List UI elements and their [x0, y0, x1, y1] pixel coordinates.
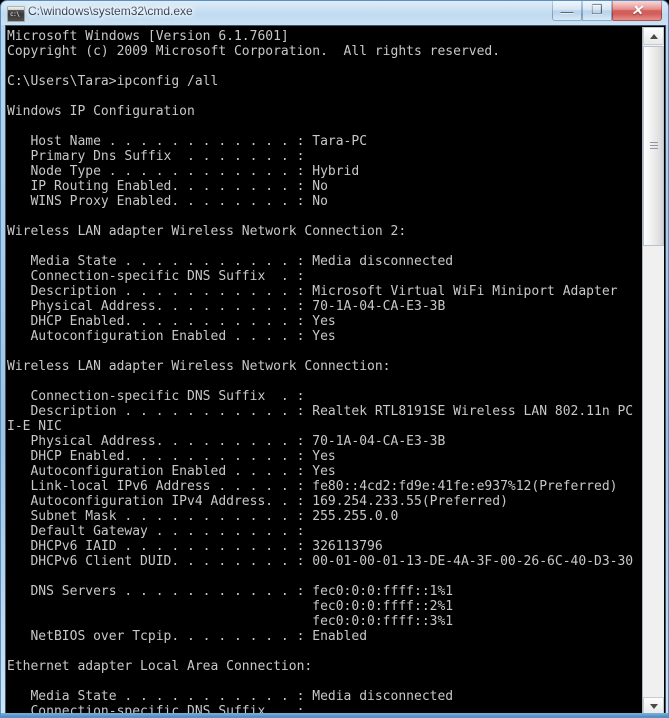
restore-button[interactable]: ❐ — [582, 1, 612, 21]
console-line: IP Routing Enabled. . . . . . . . : No — [7, 179, 328, 194]
console-line: Autoconfiguration Enabled . . . . : Yes — [7, 329, 336, 344]
console-line: Default Gateway . . . . . . . . . : — [7, 524, 305, 539]
console-line: Link-local IPv6 Address . . . . . : fe80… — [7, 479, 618, 494]
title-bar[interactable]: c:\ C:\windows\system32\cmd.exe — ❐ ✕ — [1, 1, 668, 25]
console-line: Connection-specific DNS Suffix . : — [7, 269, 305, 284]
console-line: Node Type . . . . . . . . . . . . : Hybr… — [7, 164, 360, 179]
console-line: Primary Dns Suffix . . . . . . . : — [7, 149, 305, 164]
close-icon: ✕ — [631, 2, 643, 18]
scroll-up-arrow[interactable] — [643, 27, 664, 45]
console-line: Physical Address. . . . . . . . . : 70-1… — [7, 434, 446, 449]
console-client-area[interactable]: Microsoft Windows [Version 6.1.7601] Copy… — [5, 25, 666, 715]
console-line: I-E NIC — [7, 419, 62, 434]
console-line: Wireless LAN adapter Wireless Network Co… — [7, 224, 407, 239]
close-button[interactable]: ✕ — [612, 1, 662, 21]
window-title: C:\windows\system32\cmd.exe — [28, 4, 193, 18]
console-line: Host Name . . . . . . . . . . . . : Tara… — [7, 134, 368, 149]
console-line: Autoconfiguration IPv4 Address. . : 169.… — [7, 494, 508, 509]
vertical-scrollbar[interactable] — [642, 27, 664, 715]
restore-icon: ❐ — [591, 2, 603, 17]
minimize-button[interactable]: — — [552, 1, 582, 21]
cmd-window: c:\ C:\windows\system32\cmd.exe — ❐ ✕ Mi… — [0, 0, 669, 718]
console-line: fec0:0:0:ffff::3%1 — [7, 614, 454, 629]
console-line: DNS Servers . . . . . . . . . . . : fec0… — [7, 584, 454, 599]
console-line: WINS Proxy Enabled. . . . . . . . : No — [7, 194, 328, 209]
console-line: Connection-specific DNS Suffix . : — [7, 389, 305, 404]
console-line: Autoconfiguration Enabled . . . . : Yes — [7, 464, 336, 479]
console-line: Subnet Mask . . . . . . . . . . . : 255.… — [7, 509, 399, 524]
console-line: C:\Users\Tara>ipconfig /all — [7, 74, 219, 89]
console-line: Microsoft Windows [Version 6.1.7601] — [7, 29, 289, 44]
console-line: Wireless LAN adapter Wireless Network Co… — [7, 359, 391, 374]
console-line: DHCPv6 IAID . . . . . . . . . . . : 3261… — [7, 539, 383, 554]
scroll-up-icon — [650, 34, 658, 39]
scroll-down-icon — [650, 704, 658, 709]
icon-title-strip — [8, 7, 24, 10]
console-line: DHCP Enabled. . . . . . . . . . . : Yes — [7, 314, 336, 329]
console-line: Ethernet adapter Local Area Connection: — [7, 659, 313, 674]
console-line: fec0:0:0:ffff::2%1 — [7, 599, 454, 614]
console-line: DHCP Enabled. . . . . . . . . . . : Yes — [7, 449, 336, 464]
scroll-thumb-grip-icon — [650, 142, 658, 150]
console-line: Physical Address. . . . . . . . . : 70-1… — [7, 299, 446, 314]
console-line: Media State . . . . . . . . . . . : Medi… — [7, 254, 454, 269]
console-output: Microsoft Windows [Version 6.1.7601] Copy… — [7, 29, 643, 715]
console-line: DHCPv6 Client DUID. . . . . . . . : 00-0… — [7, 554, 634, 569]
console-line: Description . . . . . . . . . . . : Micr… — [7, 284, 618, 299]
console-line: Media State . . . . . . . . . . . : Medi… — [7, 689, 454, 704]
icon-prompt-text: c:\ — [10, 11, 20, 18]
console-line: Windows IP Configuration — [7, 104, 195, 119]
scroll-thumb[interactable] — [643, 46, 664, 246]
cmd-console-icon: c:\ — [7, 6, 25, 22]
window-bottom-edge — [1, 713, 668, 717]
console-line: NetBIOS over Tcpip. . . . . . . . : Enab… — [7, 629, 368, 644]
console-line: Description . . . . . . . . . . . : Real… — [7, 404, 634, 419]
minimize-icon: — — [560, 4, 574, 19]
console-line: Copyright (c) 2009 Microsoft Corporation… — [7, 44, 501, 59]
